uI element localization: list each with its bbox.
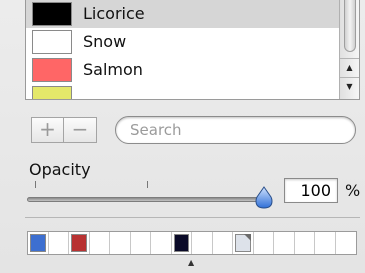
slider-tick (147, 181, 148, 188)
color-name: Snow (83, 32, 127, 51)
color-name: Licorice (83, 4, 145, 23)
search-field[interactable] (115, 116, 356, 144)
swatch-well-color (173, 234, 189, 252)
swatch-well[interactable] (131, 232, 151, 254)
swatch-well[interactable] (254, 232, 274, 254)
color-swatch-partial (32, 86, 72, 99)
swatch-corner-icon (243, 234, 251, 241)
remove-color-button[interactable]: − (64, 117, 97, 143)
color-name: Salmon (83, 60, 143, 79)
swatch-well[interactable] (172, 232, 192, 254)
swatch-well[interactable] (69, 232, 90, 254)
scroll-thumb[interactable] (344, 0, 356, 52)
swatch-well[interactable] (90, 232, 110, 254)
swatch-well[interactable] (315, 232, 336, 254)
opacity-label: Opacity (29, 160, 91, 179)
color-swatch (32, 30, 72, 54)
swatch-bar[interactable] (27, 231, 357, 255)
opacity-slider-knob[interactable] (255, 186, 273, 210)
swatch-well[interactable] (295, 232, 315, 254)
swatch-well[interactable] (192, 232, 213, 254)
color-list-item[interactable]: Salmon (26, 56, 339, 84)
search-input[interactable] (130, 120, 345, 140)
color-panel: Salmon Snow Licorice ▲ ▼ + − Opacity % ▲ (0, 0, 365, 273)
opacity-value-field[interactable] (284, 178, 338, 203)
swatch-well-color (30, 234, 46, 252)
color-swatch (32, 58, 72, 82)
scroll-down-icon[interactable]: ▼ (340, 77, 359, 95)
swatch-well[interactable] (336, 232, 357, 254)
swatch-well[interactable] (274, 232, 295, 254)
divider (25, 217, 360, 218)
list-scrollbar[interactable]: ▲ ▼ (339, 0, 359, 99)
swatch-well[interactable] (49, 232, 69, 254)
color-swatch (32, 2, 72, 26)
color-list-item[interactable]: Snow (26, 28, 339, 56)
scroll-up-icon[interactable]: ▲ (340, 58, 359, 76)
color-list-item[interactable]: Licorice (26, 0, 339, 28)
drag-grip-icon[interactable]: ▲ (188, 258, 194, 268)
swatch-well[interactable] (151, 232, 172, 254)
swatch-well[interactable] (233, 232, 254, 254)
color-list[interactable]: Salmon Snow Licorice ▲ ▼ (25, 0, 360, 100)
swatch-well[interactable] (213, 232, 233, 254)
swatch-well-color (71, 234, 87, 252)
percent-label: % (345, 181, 361, 200)
opacity-slider-track[interactable] (27, 197, 271, 202)
swatch-well[interactable] (110, 232, 131, 254)
slider-tick (35, 181, 36, 188)
swatch-well[interactable] (28, 232, 49, 254)
add-color-button[interactable]: + (31, 117, 64, 143)
list-edit-buttons: + − (31, 117, 97, 143)
